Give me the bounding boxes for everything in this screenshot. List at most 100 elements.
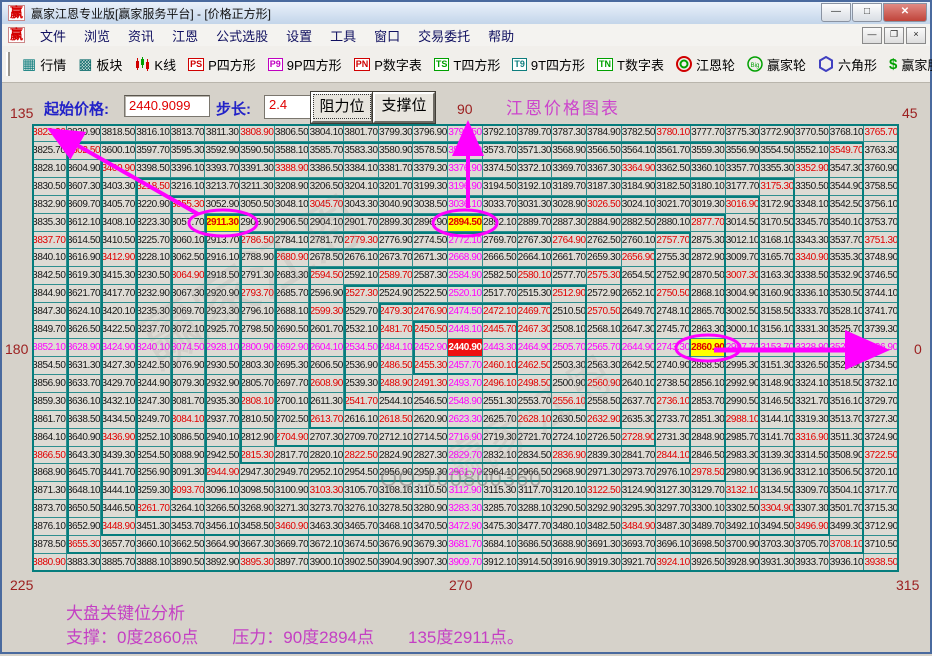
grid-cell: 3549.70	[830, 142, 865, 160]
grid-cell: 3024.10	[622, 196, 657, 214]
start-price-input[interactable]: 2440.9099	[124, 95, 210, 117]
grid-cell: 3806.50	[275, 124, 310, 142]
toolbar-button-label: 六角形	[838, 55, 877, 74]
grid-cell: 3648.10	[67, 482, 102, 500]
resistance-button[interactable]: 阻力位	[311, 92, 373, 123]
grid-cell: 3516.10	[830, 393, 865, 411]
grid-cell: 3801.70	[344, 124, 379, 142]
grid-cell: 3268.90	[240, 500, 275, 518]
grid-cell: 3340.90	[795, 249, 830, 267]
step-label: 步长:	[216, 98, 251, 119]
grid-cell: 3321.70	[795, 393, 830, 411]
toolbar-button-3[interactable]: PSP四方形	[182, 52, 262, 77]
grid-cell: 2767.30	[518, 232, 553, 250]
grid-cell: 3902.50	[344, 554, 379, 572]
menu-item-3[interactable]: 江恩	[163, 29, 207, 44]
grid-cell: 3780.10	[656, 124, 691, 142]
grid-cell: 2899.30	[379, 214, 414, 232]
toolbar-button-12[interactable]: $赢家服务	[883, 52, 932, 77]
grid-cell: 3660.10	[136, 536, 171, 554]
grid-cell: 3792.10	[483, 124, 518, 142]
grid-cell: 2664.10	[518, 249, 553, 267]
grid-cell: 3033.70	[483, 196, 518, 214]
toolbar-button-0[interactable]: ▦行情	[16, 52, 72, 77]
menu-item-9[interactable]: 帮助	[479, 29, 523, 44]
grid-cell: 2512.90	[552, 285, 587, 303]
grid-cell: 3897.70	[275, 554, 310, 572]
grid-cell: 3410.50	[101, 232, 136, 250]
mdi-close-button[interactable]: ×	[906, 27, 926, 44]
toolbar-button-2[interactable]: K线	[128, 52, 182, 77]
menu-bar: 赢 文件浏览资讯江恩公式选股设置工具窗口交易委托帮助 — ❐ ×	[2, 24, 930, 47]
start-price-label: 起始价格:	[44, 98, 109, 119]
support-button-label: 支撑位	[381, 97, 426, 114]
minimize-button[interactable]: —	[821, 3, 851, 22]
grid-cell: 2808.10	[240, 393, 275, 411]
grid-cell: 2896.90	[413, 214, 448, 232]
toolbar-button-10[interactable]: Big赢家轮	[741, 52, 812, 77]
menu-item-5[interactable]: 设置	[277, 29, 321, 44]
mdi-restore-button[interactable]: ❐	[884, 27, 904, 44]
toolbar-button-4[interactable]: P99P四方形	[262, 52, 348, 77]
app-window: { "window": { "title": "赢家江恩专业版[赢家服务平台] …	[0, 0, 932, 654]
grid-cell: 3254.50	[136, 447, 171, 465]
grid-cell: 2973.70	[622, 464, 657, 482]
grid-cell: 3225.70	[136, 232, 171, 250]
grid-cell: 2515.30	[518, 285, 553, 303]
grid-cell: 3444.10	[101, 482, 136, 500]
grid-cell: 3456.10	[205, 518, 240, 536]
grid-cell: 3439.30	[101, 447, 136, 465]
close-button[interactable]: ✕	[883, 3, 927, 22]
grid-cell: 2880.10	[656, 214, 691, 232]
grid-cell: 2460.10	[483, 357, 518, 375]
grid-cell: 3595.30	[171, 142, 206, 160]
grid-cell: 3799.30	[379, 124, 414, 142]
support-button[interactable]: 支撑位	[373, 92, 435, 123]
toolbar-button-11[interactable]: 六角形	[812, 52, 883, 77]
grid-cell: 3180.10	[691, 178, 726, 196]
grid-cell: 3926.50	[691, 554, 726, 572]
grid-cell: 3031.30	[518, 196, 553, 214]
maximize-button[interactable]: □	[852, 3, 882, 22]
menu-item-2[interactable]: 资讯	[119, 29, 163, 44]
grid-cell: 2764.90	[552, 232, 587, 250]
menu-item-4[interactable]: 公式选股	[207, 29, 277, 44]
mdi-minimize-button[interactable]: —	[862, 27, 882, 44]
menu-item-6[interactable]: 工具	[321, 29, 365, 44]
grid-cell: 2944.90	[205, 464, 240, 482]
toolbar-button-6[interactable]: TST四方形	[428, 52, 506, 77]
grid-cell: 2815.30	[240, 447, 275, 465]
grid-cell: 2988.10	[726, 411, 761, 429]
grid-cell: 2587.30	[413, 267, 448, 285]
toolbar-button-1[interactable]: ▩板块	[72, 52, 128, 77]
grid-cell: 3909.70	[448, 554, 483, 572]
kline-candle-icon	[134, 56, 150, 72]
grid-cell: 2464.90	[518, 339, 553, 357]
grid-cell: 3343.30	[795, 232, 830, 250]
toolbar-button-8[interactable]: TNT数字表	[591, 52, 670, 77]
grid-cell: 2536.90	[344, 357, 379, 375]
grid-cell: 3156.10	[760, 321, 795, 339]
grid-cell: 3350.50	[795, 178, 830, 196]
grid-cell: 2776.90	[379, 232, 414, 250]
toolbar-button-5[interactable]: PNP数字表	[348, 52, 428, 77]
grid-cell: 3105.70	[344, 482, 379, 500]
grid-cell: 2613.70	[309, 411, 344, 429]
grid-cell: 3585.70	[309, 142, 344, 160]
grid-cell: 2592.10	[344, 267, 379, 285]
menu-item-1[interactable]: 浏览	[75, 29, 119, 44]
grid-cell: 3384.10	[344, 160, 379, 178]
menu-item-8[interactable]: 交易委托	[409, 29, 479, 44]
grid-cell: 2440.90	[448, 339, 483, 357]
grid-cell: 3331.30	[795, 321, 830, 339]
grid-cell: 3189.70	[552, 178, 587, 196]
toolbar-button-9[interactable]: 江恩轮	[670, 52, 741, 77]
grid-cell: 3715.30	[864, 500, 899, 518]
toolbar-button-7[interactable]: T99T四方形	[506, 52, 591, 77]
grid-cell: 3885.70	[101, 554, 136, 572]
menu-item-7[interactable]: 窗口	[365, 29, 409, 44]
grid-cell: 3458.50	[240, 518, 275, 536]
grid-cell: 3482.50	[587, 518, 622, 536]
grid-cell: 3381.70	[379, 160, 414, 178]
menu-item-0[interactable]: 文件	[31, 29, 75, 44]
